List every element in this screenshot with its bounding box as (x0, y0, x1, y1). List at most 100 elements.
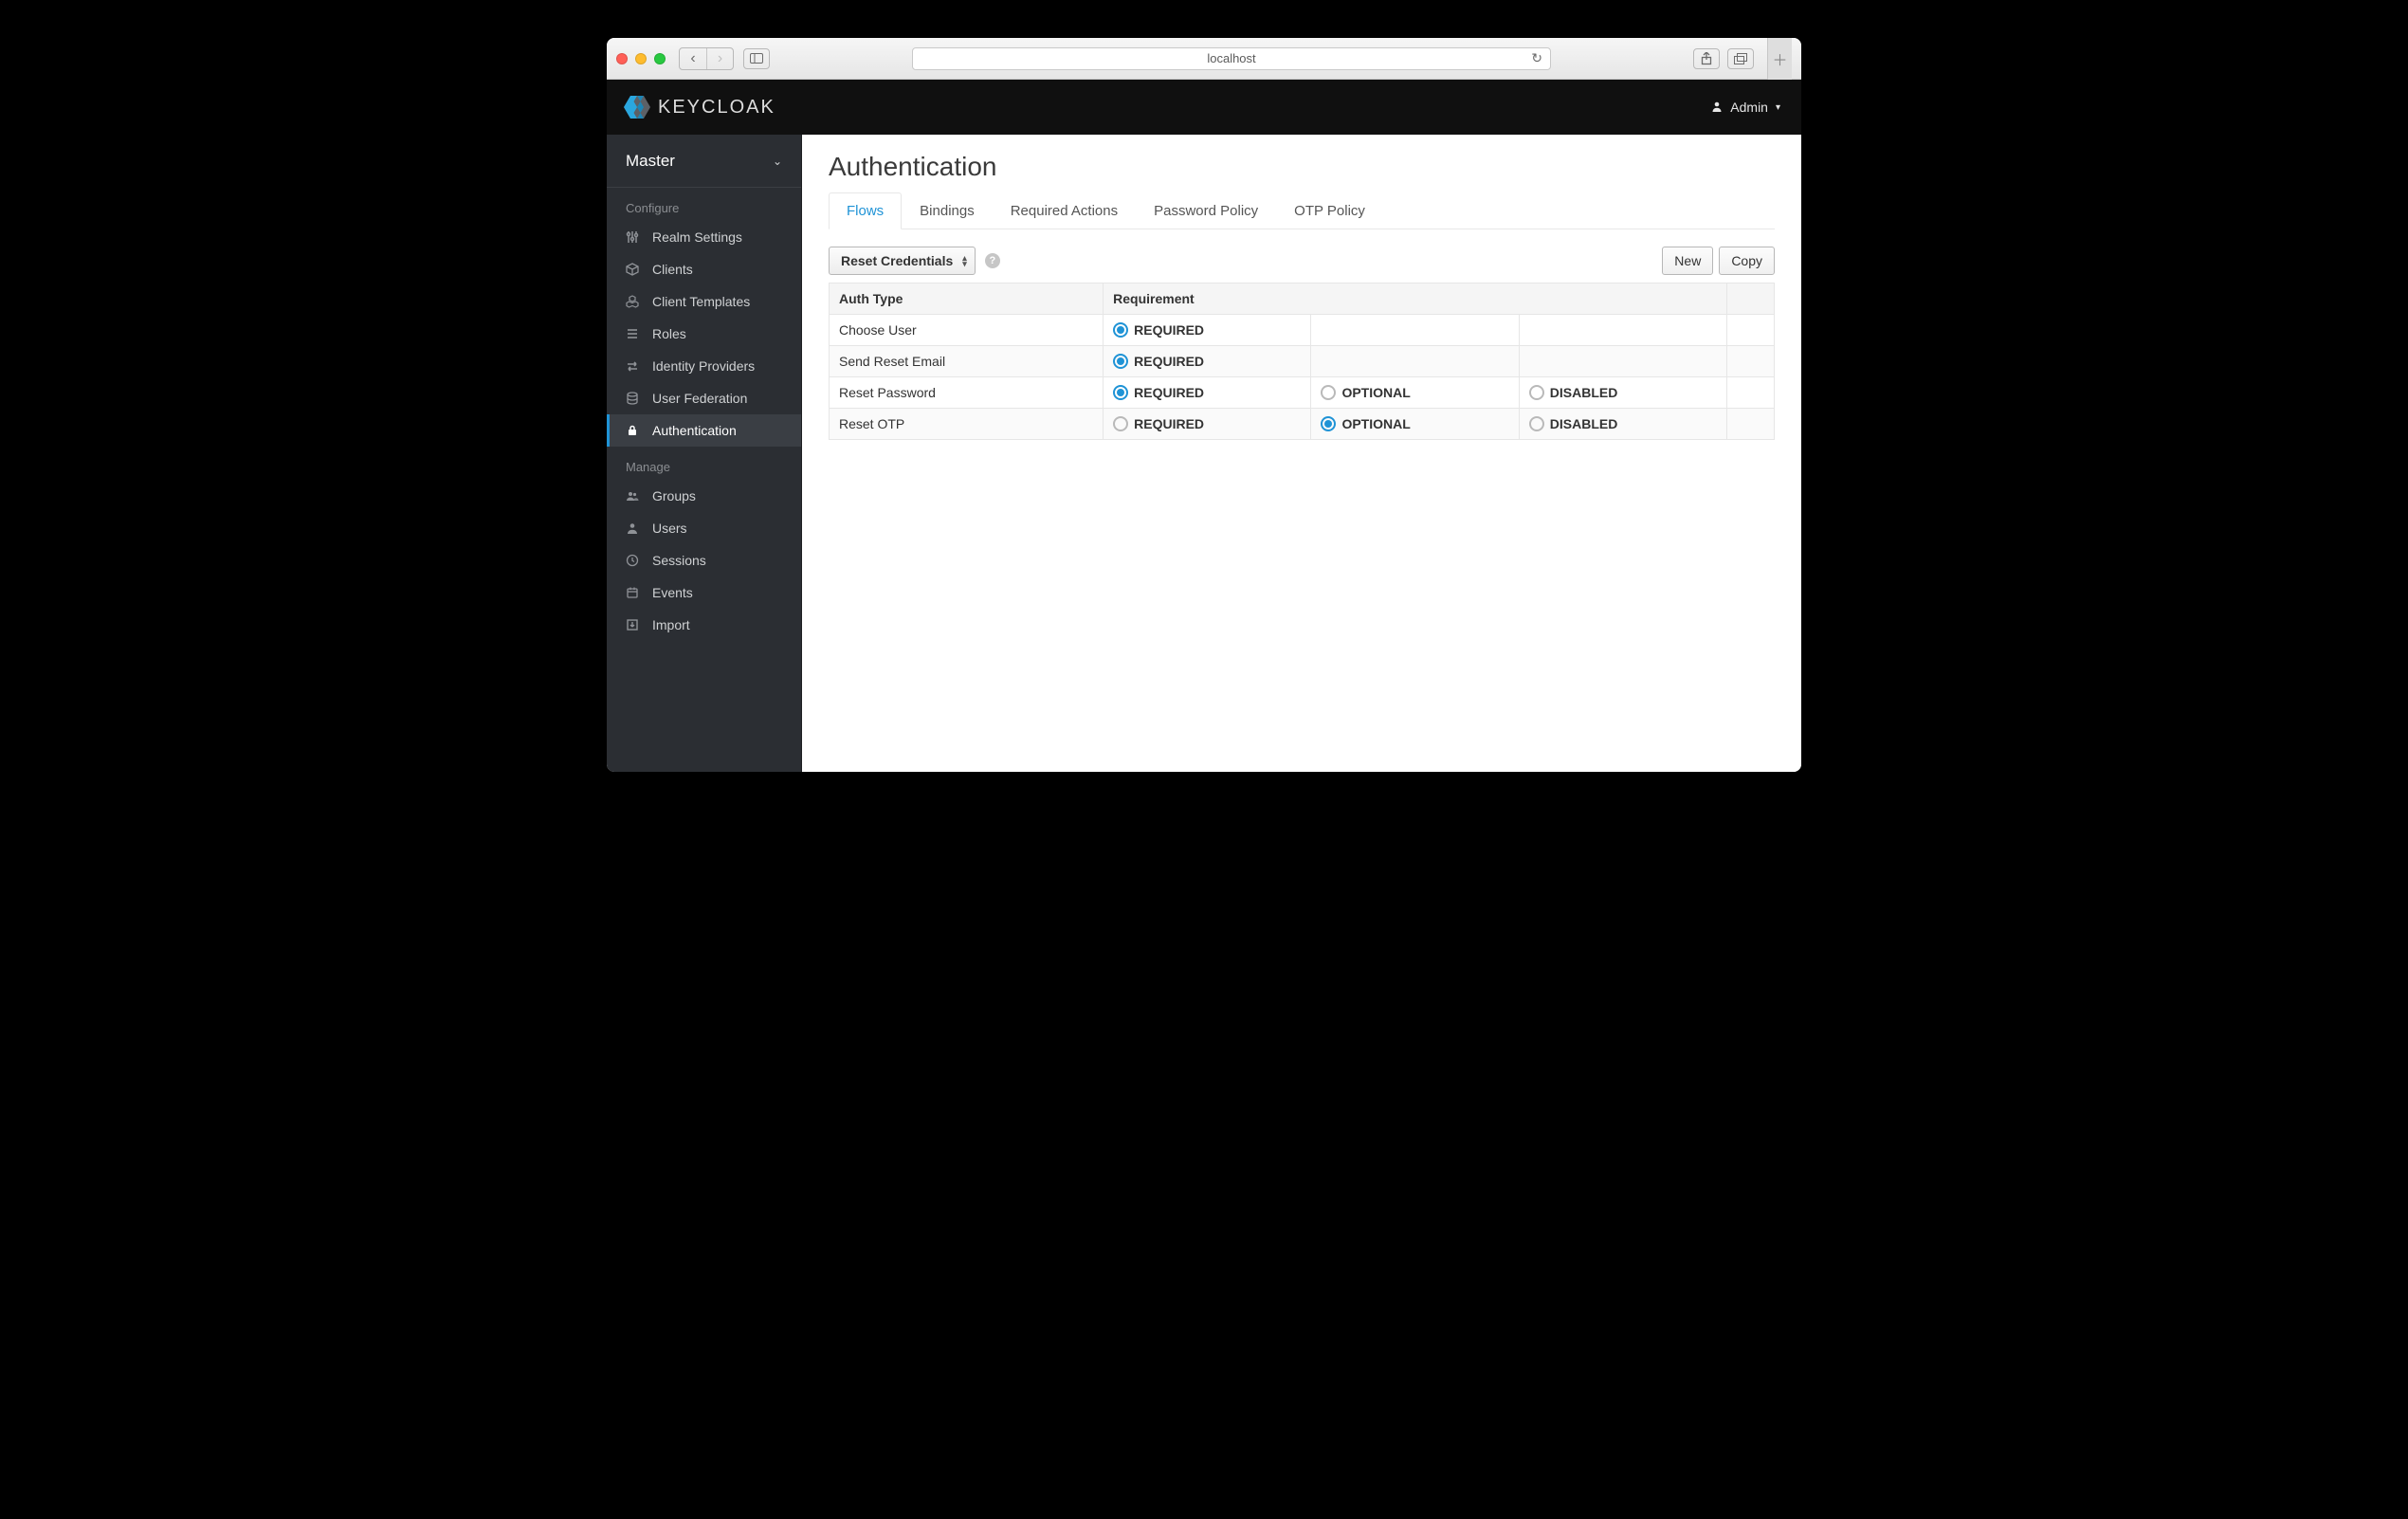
select-caret-icon: ▴▾ (962, 255, 967, 266)
copy-button[interactable]: Copy (1719, 247, 1775, 275)
radio-required[interactable] (1113, 416, 1128, 431)
sidebar-item-roles[interactable]: Roles (607, 318, 801, 350)
section-manage-label: Manage (607, 447, 801, 480)
minimize-window-icon[interactable] (635, 53, 647, 64)
tab-flows[interactable]: Flows (829, 192, 902, 229)
sidebar-item-users[interactable]: Users (607, 512, 801, 544)
actions-cell (1727, 377, 1775, 409)
url-bar[interactable]: localhost ↻ (912, 47, 1551, 70)
req-label: DISABLED (1550, 416, 1618, 431)
sidebar-item-label: Groups (652, 488, 696, 503)
cubes-icon (624, 295, 641, 308)
req-label: DISABLED (1550, 385, 1618, 400)
empty-cell (1519, 315, 1726, 346)
radio-optional[interactable] (1321, 416, 1336, 431)
lock-icon (624, 424, 641, 437)
radio-optional[interactable] (1321, 385, 1336, 400)
sliders-icon (624, 230, 641, 244)
empty-cell (1311, 346, 1519, 377)
req-label: REQUIRED (1134, 385, 1204, 400)
table-row: Send Reset Email REQUIRED (830, 346, 1775, 377)
flow-select[interactable]: Reset Credentials ▴▾ (829, 247, 976, 275)
maximize-window-icon[interactable] (654, 53, 666, 64)
tab-password-policy[interactable]: Password Policy (1136, 192, 1276, 229)
share-button[interactable] (1693, 48, 1720, 69)
back-button[interactable]: ‹ (680, 48, 706, 69)
chevron-down-icon: ⌄ (773, 155, 782, 168)
sidebar-item-label: Roles (652, 326, 686, 341)
section-configure-label: Configure (607, 188, 801, 221)
realm-selector[interactable]: Master ⌄ (607, 135, 801, 188)
browser-window: ‹ › localhost ↻ ＋ (607, 38, 1801, 772)
sidebar: Master ⌄ Configure Realm Settings Client… (607, 135, 802, 772)
sidebar-item-label: Client Templates (652, 294, 750, 309)
sidebar-item-label: User Federation (652, 391, 747, 406)
user-icon (624, 522, 641, 535)
req-label: OPTIONAL (1341, 385, 1410, 400)
user-menu[interactable]: Admin ▾ (1711, 100, 1780, 115)
exchange-icon (624, 359, 641, 373)
radio-disabled[interactable] (1529, 416, 1544, 431)
help-icon[interactable]: ? (985, 253, 1000, 268)
brand-text: KEYCLOAK (658, 97, 775, 119)
browser-chrome: ‹ › localhost ↻ ＋ (607, 38, 1801, 80)
auth-type-cell: Send Reset Email (830, 346, 1104, 377)
sidebar-item-client-templates[interactable]: Client Templates (607, 285, 801, 318)
close-window-icon[interactable] (616, 53, 628, 64)
radio-required[interactable] (1113, 385, 1128, 400)
table-header-row: Auth Type Requirement (830, 284, 1775, 315)
table-row: Reset Password REQUIRED OPTIONAL DISABLE… (830, 377, 1775, 409)
tab-otp-policy[interactable]: OTP Policy (1276, 192, 1383, 229)
button-label: New (1674, 253, 1701, 268)
sidebar-item-sessions[interactable]: Sessions (607, 544, 801, 576)
chevron-down-icon: ▾ (1776, 102, 1780, 113)
sidebar-item-label: Events (652, 585, 693, 600)
sidebar-item-label: Authentication (652, 423, 737, 438)
keycloak-logo-icon (624, 96, 650, 119)
tabs-button[interactable] (1727, 48, 1754, 69)
new-button[interactable]: New (1662, 247, 1713, 275)
sidebar-item-clients[interactable]: Clients (607, 253, 801, 285)
radio-required[interactable] (1113, 354, 1128, 369)
sidebar-item-label: Identity Providers (652, 358, 755, 374)
auth-type-cell: Reset Password (830, 377, 1104, 409)
radio-disabled[interactable] (1529, 385, 1544, 400)
user-icon (1711, 100, 1723, 115)
new-tab-button[interactable]: ＋ (1767, 38, 1792, 80)
flow-toolbar: Reset Credentials ▴▾ ? New Copy (829, 247, 1775, 275)
req-label: REQUIRED (1134, 322, 1204, 338)
calendar-icon (624, 586, 641, 599)
sidebar-item-label: Clients (652, 262, 693, 277)
user-label: Admin (1730, 100, 1768, 115)
tab-bindings[interactable]: Bindings (902, 192, 993, 229)
app: KEYCLOAK Admin ▾ Master ⌄ Configure Re (607, 80, 1801, 772)
auth-type-cell: Reset OTP (830, 409, 1104, 440)
brand-logo[interactable]: KEYCLOAK (624, 96, 775, 119)
sidebar-item-authentication[interactable]: Authentication (607, 414, 801, 447)
nav-buttons: ‹ › (679, 47, 734, 70)
sidebar-item-identity-providers[interactable]: Identity Providers (607, 350, 801, 382)
sidebar-item-user-federation[interactable]: User Federation (607, 382, 801, 414)
empty-cell (1519, 346, 1726, 377)
sidebar-item-import[interactable]: Import (607, 609, 801, 641)
reload-icon[interactable]: ↻ (1531, 50, 1542, 66)
realm-name: Master (626, 152, 675, 171)
tab-label: OTP Policy (1294, 203, 1365, 219)
sidebar-item-events[interactable]: Events (607, 576, 801, 609)
sidebar-toggle-button[interactable] (743, 48, 770, 69)
sidebar-item-label: Sessions (652, 553, 706, 568)
list-icon (624, 327, 641, 340)
app-topbar: KEYCLOAK Admin ▾ (607, 80, 1801, 135)
tab-label: Flows (847, 203, 884, 219)
tab-required-actions[interactable]: Required Actions (993, 192, 1136, 229)
clock-icon (624, 554, 641, 567)
tab-label: Password Policy (1154, 203, 1258, 219)
sidebar-item-label: Import (652, 617, 690, 632)
cube-icon (624, 263, 641, 276)
forward-button[interactable]: › (706, 48, 733, 69)
tab-label: Required Actions (1011, 203, 1118, 219)
radio-required[interactable] (1113, 322, 1128, 338)
auth-type-cell: Choose User (830, 315, 1104, 346)
sidebar-item-realm-settings[interactable]: Realm Settings (607, 221, 801, 253)
sidebar-item-groups[interactable]: Groups (607, 480, 801, 512)
